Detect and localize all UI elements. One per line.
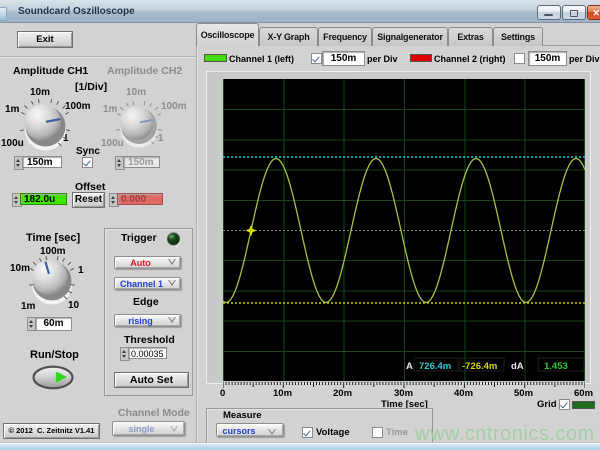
svg-text:1.453: 1.453 (544, 361, 568, 372)
svg-text:726.4m: 726.4m (419, 361, 451, 372)
svg-text:dA: dA (511, 361, 524, 372)
svg-text:-726.4m: -726.4m (462, 361, 497, 372)
svg-text:A: A (406, 361, 413, 372)
